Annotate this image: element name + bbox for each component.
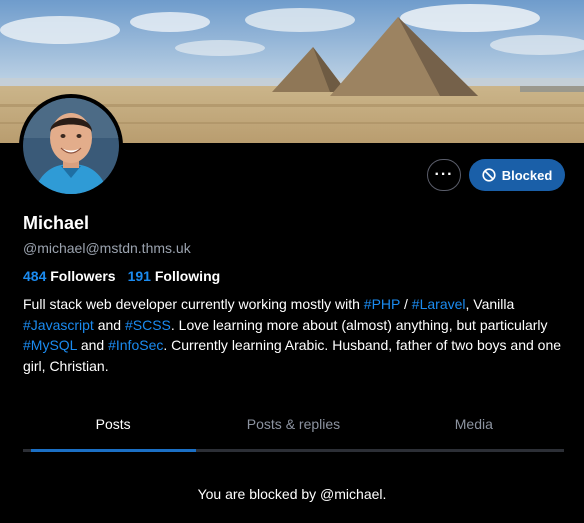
bio-text: and <box>76 337 109 353</box>
followers-link[interactable]: 484 Followers <box>23 268 116 284</box>
hashtag-link[interactable]: #PHP <box>364 296 400 312</box>
tab-posts-and-replies[interactable]: Posts & replies <box>203 408 383 452</box>
profile-page: ··· Blocked Michael @michael@mstdn.thms.… <box>0 0 584 523</box>
blocked-button[interactable]: Blocked <box>469 159 565 191</box>
avatar[interactable] <box>19 94 123 198</box>
following-count: 191 <box>127 268 151 284</box>
bio-text: and <box>93 316 125 333</box>
block-icon <box>482 168 496 182</box>
hashtag-link[interactable]: #InfoSec <box>108 337 163 353</box>
bio-text: . Love learning more about (almost) anyt… <box>170 316 548 333</box>
display-name: Michael <box>23 213 90 233</box>
follow-counts: 484 Followers 191 Following <box>23 268 220 284</box>
hashtag-link[interactable]: #SCSS <box>125 317 171 333</box>
blocked-message: You are blocked by @michael. <box>197 486 387 502</box>
profile-tabs: Posts Posts & replies Media <box>23 408 564 452</box>
tab-posts[interactable]: Posts <box>23 408 203 452</box>
active-tab-indicator <box>31 449 196 452</box>
profile-bio: Full stack web developer currently worki… <box>23 294 568 376</box>
hashtag-link[interactable]: #MySQL <box>23 337 77 353</box>
following-label: Following <box>154 268 221 284</box>
tab-media[interactable]: Media <box>384 408 564 452</box>
followers-label: Followers <box>50 268 116 284</box>
bio-text: , Vanilla <box>465 296 515 312</box>
bio-text: / <box>400 296 412 312</box>
account-handle: @michael@mstdn.thms.uk <box>23 240 191 256</box>
followers-count: 484 <box>23 268 47 284</box>
blocked-button-label: Blocked <box>501 167 553 183</box>
hashtag-link[interactable]: #Laravel <box>412 296 466 312</box>
hashtag-link[interactable]: #Javascript <box>23 317 94 333</box>
following-link[interactable]: 191 Following <box>128 268 221 284</box>
more-options-button[interactable]: ··· <box>427 159 461 191</box>
bio-text: Full stack web developer currently worki… <box>23 296 364 312</box>
ellipsis-icon: ··· <box>434 166 454 183</box>
